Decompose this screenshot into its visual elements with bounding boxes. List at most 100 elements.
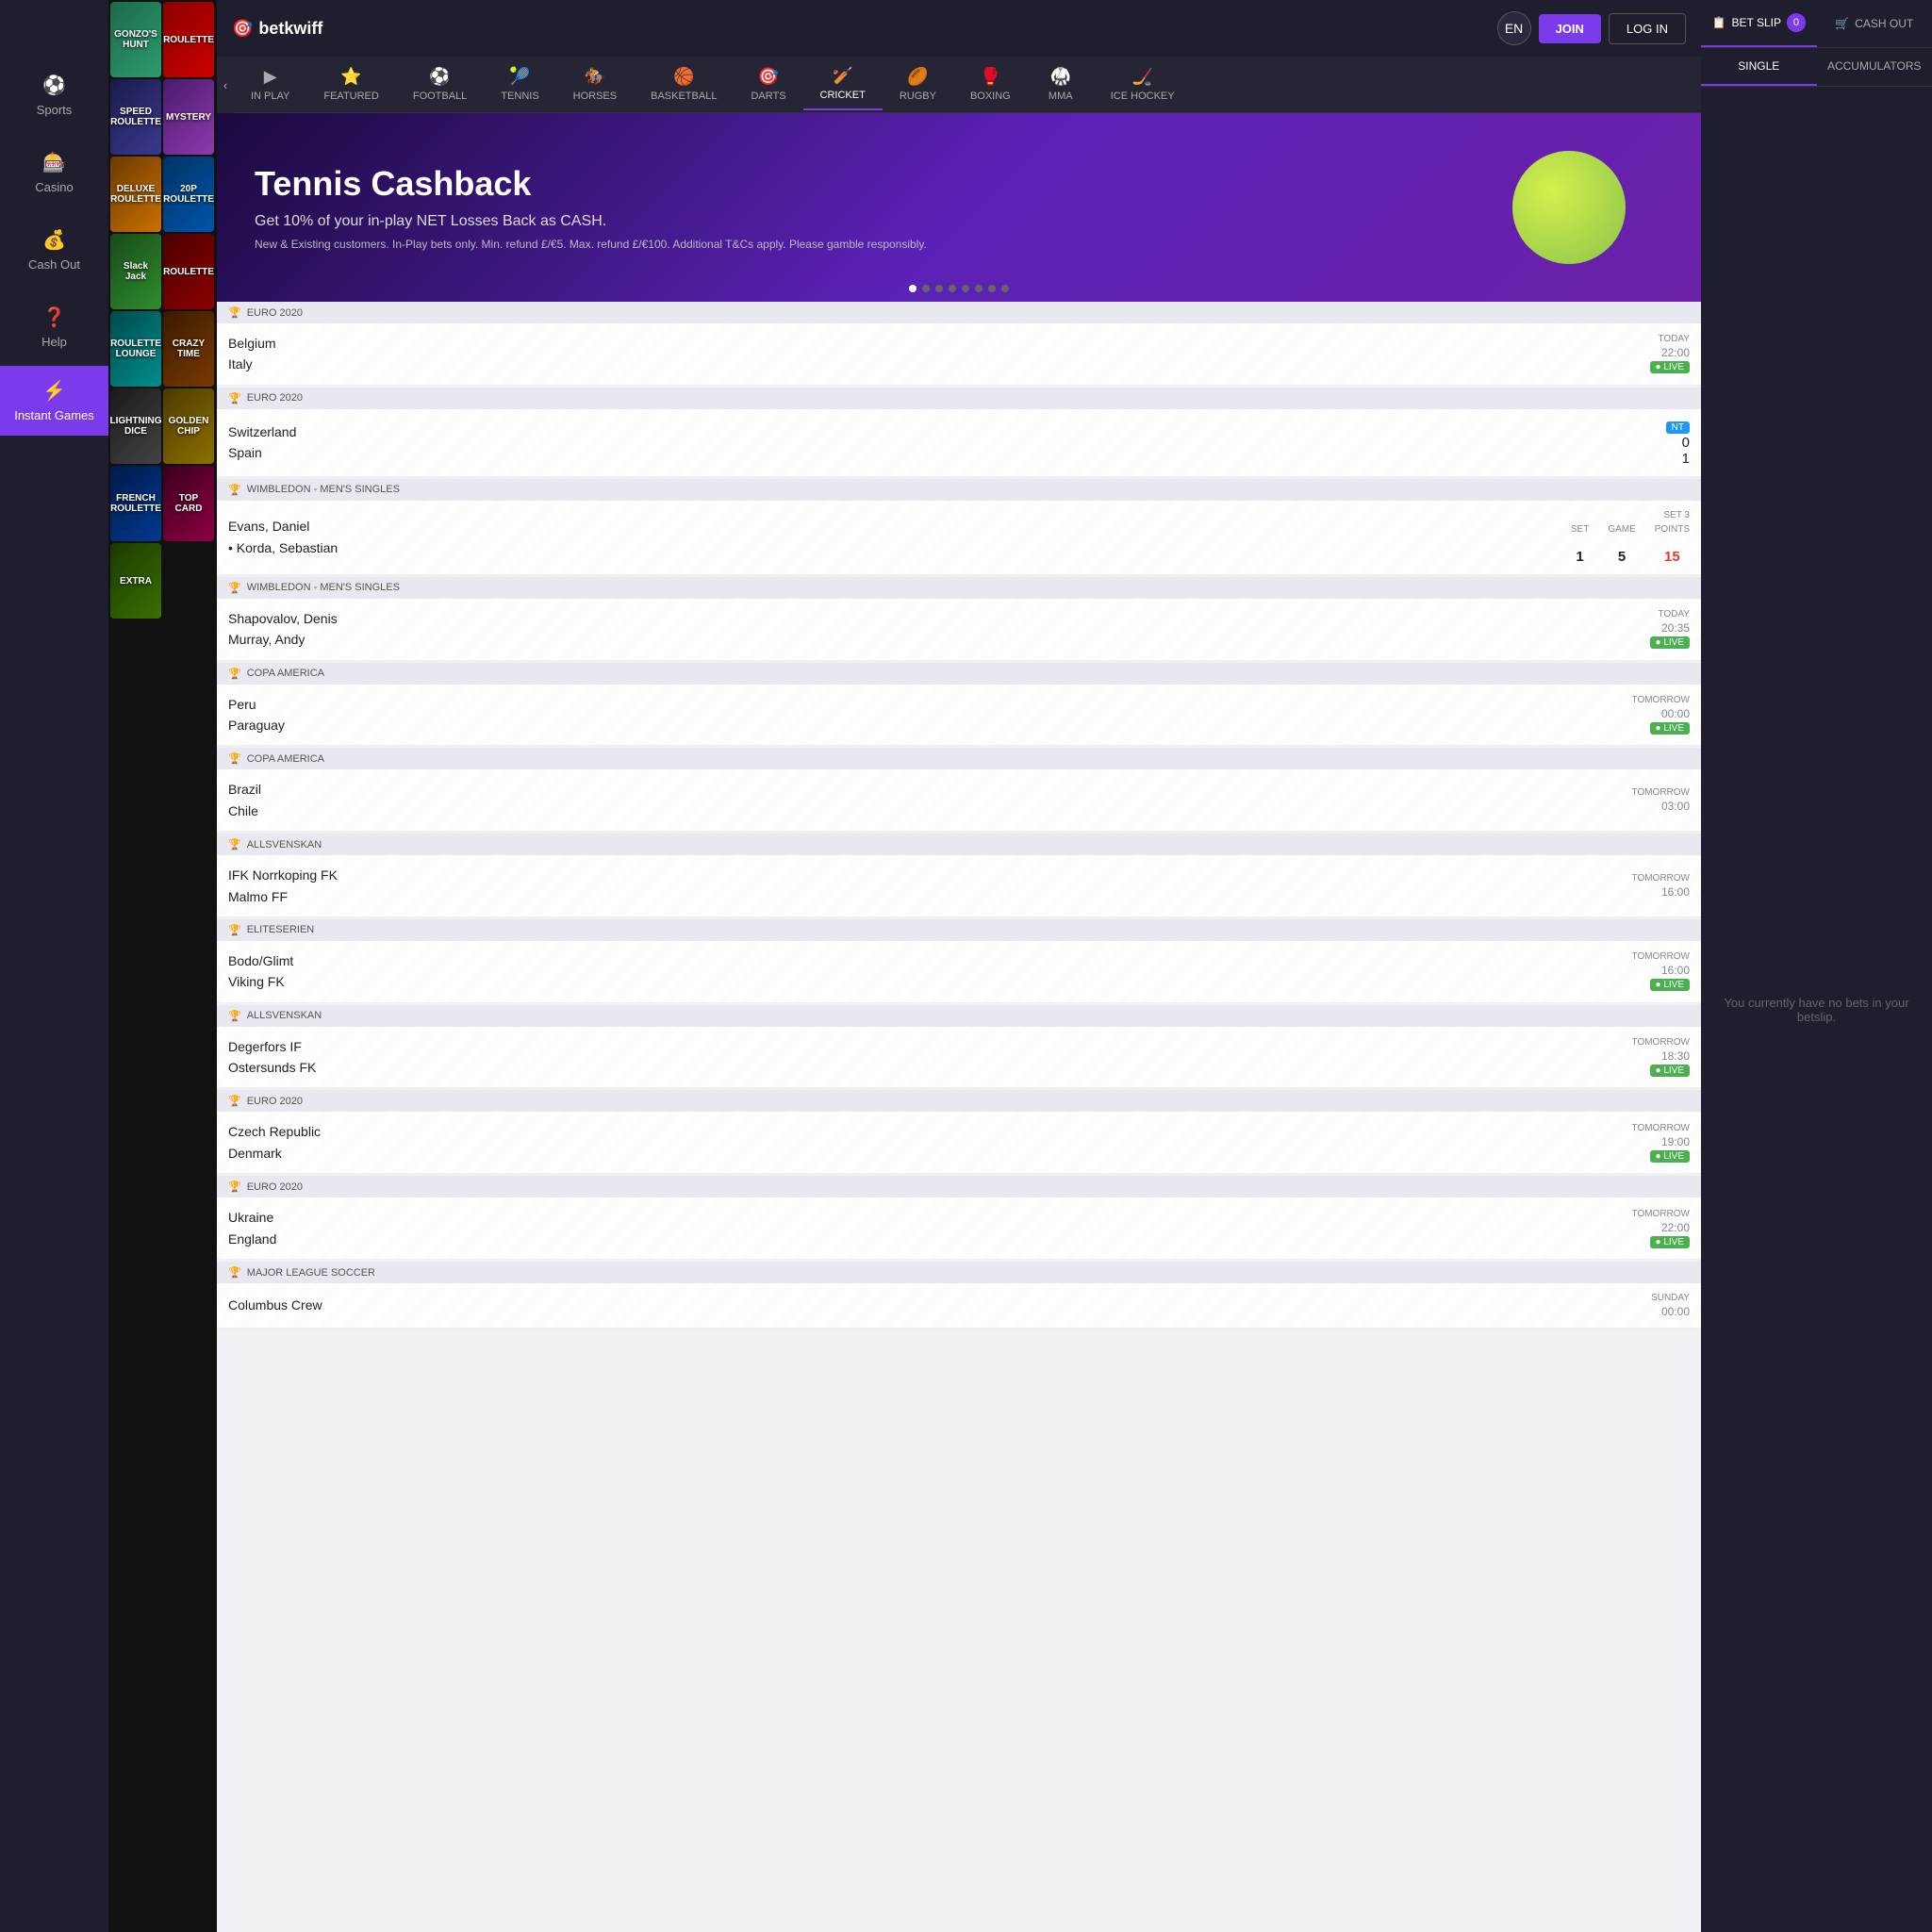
banner-dot-7[interactable]	[1001, 285, 1009, 292]
bet-slip-subtabs: SINGLE ACCUMULATORS	[1701, 48, 1932, 87]
banner-dot-5[interactable]	[975, 285, 983, 292]
sport-tab-in-play[interactable]: ▶IN PLAY	[234, 59, 306, 109]
tab-bet-slip[interactable]: 📋 BET SLIP 0	[1701, 0, 1817, 47]
game-thumb-roulette2[interactable]: ROULETTE	[163, 234, 214, 309]
match-group: 🏆COPA AMERICABrazilChileTOMORROW03:00	[217, 748, 1701, 832]
team1-name: IFK Norrkoping FK	[228, 865, 1632, 885]
promo-banner[interactable]: Tennis Cashback Get 10% of your in-play …	[217, 113, 1701, 302]
match-row[interactable]: PeruParaguayTOMORROW00:00● LIVE	[217, 685, 1701, 747]
match-competition-header: 🏆WIMBLEDON - MEN'S SINGLES	[217, 479, 1701, 501]
logo: 🎯 betkwiff	[232, 19, 322, 39]
tab-cash-out[interactable]: 🛒 CASH OUT	[1817, 0, 1932, 47]
team2-name: Viking FK	[228, 971, 1632, 992]
match-teams: Bodo/GlimtViking FK	[228, 950, 1632, 993]
cashout-panel-icon: 🛒	[1835, 17, 1849, 30]
cashout-panel-label: CASH OUT	[1855, 17, 1913, 30]
match-row[interactable]: SwitzerlandSpainNT01	[217, 409, 1701, 477]
sport-tab-mma[interactable]: 🥋MMA	[1028, 59, 1094, 109]
game-label-golden-chip: GOLDEN CHIP	[163, 414, 214, 438]
match-teams: Degerfors IFOstersunds FK	[228, 1036, 1632, 1079]
sidebar-label-instant: Instant Games	[14, 408, 94, 422]
join-button[interactable]: JOIN	[1539, 14, 1601, 43]
game-thumb-crazy-time[interactable]: CRAZY TIME	[163, 311, 214, 387]
sport-tab-ice-hockey[interactable]: 🏒ICE HOCKEY	[1094, 59, 1192, 109]
game-thumb-mystery[interactable]: MYSTERY	[163, 79, 214, 155]
team2-name: Ostersunds FK	[228, 1057, 1632, 1078]
match-row[interactable]: Shapovalov, DenisMurray, AndyTODAY20:35●…	[217, 599, 1701, 661]
sport-tab-boxing[interactable]: 🥊BOXING	[953, 59, 1028, 109]
game-thumb-golden-chip[interactable]: GOLDEN CHIP	[163, 388, 214, 464]
match-time: 16:00	[1661, 964, 1690, 977]
tab-single[interactable]: SINGLE	[1701, 48, 1817, 86]
match-row[interactable]: Evans, Daniel• Korda, SebastianSET 3SET …	[217, 501, 1701, 575]
brand-name: betkwiff	[258, 19, 322, 39]
sport-tab-basketball[interactable]: 🏀BASKETBALL	[634, 59, 734, 109]
games-panel: GONZO'S HUNTROULETTESPEED ROULETTEMYSTER…	[108, 0, 217, 1932]
banner-dot-1[interactable]	[922, 285, 930, 292]
match-row[interactable]: Czech RepublicDenmarkTOMORROW19:00● LIVE	[217, 1112, 1701, 1174]
sport-tab-rugby[interactable]: 🏉RUGBY	[883, 59, 953, 109]
cashout-icon: 💰	[42, 228, 66, 252]
sidebar-item-instant-games[interactable]: ⚡ Instant Games	[0, 366, 108, 436]
team1-name: Degerfors IF	[228, 1036, 1632, 1057]
match-row[interactable]: BelgiumItalyTODAY22:00● LIVE	[217, 323, 1701, 386]
sport-tab-cricket[interactable]: 🏏CRICKET	[803, 58, 883, 110]
sidebar-item-sports[interactable]: ⚽ Sports	[0, 57, 108, 134]
nav-arrow-left[interactable]: ‹	[217, 57, 234, 113]
match-meta: NT01	[1666, 419, 1690, 467]
game-thumb-roulette-lounge[interactable]: ROULETTE LOUNGE	[110, 311, 161, 387]
match-time: 18:30	[1661, 1049, 1690, 1063]
match-row[interactable]: Bodo/GlimtViking FKTOMORROW16:00● LIVE	[217, 941, 1701, 1003]
language-label: EN	[1505, 21, 1523, 36]
sport-tab-tennis[interactable]: 🎾TENNIS	[484, 59, 555, 109]
match-group: 🏆EURO 2020SwitzerlandSpainNT01	[217, 388, 1701, 477]
match-row[interactable]: Degerfors IFOstersunds FKTOMORROW18:30● …	[217, 1027, 1701, 1089]
banner-subtitle: Get 10% of your in-play NET Losses Back …	[255, 213, 927, 230]
game-thumb-top-card[interactable]: TOP CARD	[163, 466, 214, 541]
banner-dot-2[interactable]	[935, 285, 943, 292]
match-meta: TOMORROW19:00● LIVE	[1632, 1123, 1690, 1163]
in-play-icon: ▶	[264, 67, 277, 87]
match-group: 🏆ALLSVENSKANDegerfors IFOstersunds FKTOM…	[217, 1005, 1701, 1089]
match-time: 16:00	[1661, 885, 1690, 899]
team2-name: • Korda, Sebastian	[228, 537, 1571, 558]
sport-tab-featured[interactable]: ⭐FEATURED	[306, 59, 395, 109]
sidebar-item-casino[interactable]: 🎰 Casino	[0, 134, 108, 211]
match-group: 🏆ELITESERIENBodo/GlimtViking FKTOMORROW1…	[217, 919, 1701, 1003]
game-thumb-roulette[interactable]: ROULETTE	[163, 2, 214, 77]
sidebar-item-help[interactable]: ❓ Help	[0, 289, 108, 366]
team1-name: Belgium	[228, 333, 1650, 354]
sport-tab-horses[interactable]: 🏇HORSES	[556, 59, 634, 109]
status-badge: ● LIVE	[1650, 1065, 1691, 1077]
match-row[interactable]: Columbus CrewSUNDAY00:00	[217, 1283, 1701, 1329]
game-thumb-extra[interactable]: EXTRA	[110, 543, 161, 619]
tab-accumulators[interactable]: ACCUMULATORS	[1817, 48, 1932, 86]
game-label-black-jack: Slack Jack	[110, 259, 161, 284]
game-thumb-black-jack[interactable]: Slack Jack	[110, 234, 161, 309]
game-thumb-gonzos[interactable]: GONZO'S HUNT	[110, 2, 161, 77]
game-thumb-deluxe-roulette[interactable]: DELUXE ROULETTE	[110, 157, 161, 232]
match-group: 🏆WIMBLEDON - MEN'S SINGLESEvans, Daniel•…	[217, 479, 1701, 575]
banner-dot-4[interactable]	[962, 285, 969, 292]
game-thumb-20p-roulette[interactable]: 20P ROULETTE	[163, 157, 214, 232]
match-meta: TOMORROW18:30● LIVE	[1632, 1037, 1690, 1077]
sport-tab-football[interactable]: ⚽FOOTBALL	[396, 59, 484, 109]
team2-name: Chile	[228, 801, 1632, 821]
game-label-lightning-dice: LIGHTNING DICE	[108, 414, 164, 438]
login-button[interactable]: LOG IN	[1609, 13, 1686, 44]
sidebar-item-cashout[interactable]: 💰 Cash Out	[0, 211, 108, 289]
match-row[interactable]: IFK Norrkoping FKMalmo FFTOMORROW16:00	[217, 855, 1701, 917]
game-thumb-french-roulette[interactable]: FRENCH ROULETTE	[110, 466, 161, 541]
match-time: 00:00	[1661, 707, 1690, 720]
game-label-french-roulette: FRENCH ROULETTE	[108, 491, 163, 516]
banner-dot-6[interactable]	[988, 285, 996, 292]
match-row[interactable]: BrazilChileTOMORROW03:00	[217, 769, 1701, 832]
game-thumb-lightning-dice[interactable]: LIGHTNING DICE	[110, 388, 161, 464]
game-thumb-speed-roulette[interactable]: SPEED ROULETTE	[110, 79, 161, 155]
language-selector[interactable]: EN	[1497, 11, 1531, 45]
sport-tab-darts[interactable]: 🎯DARTS	[734, 59, 802, 109]
match-row[interactable]: UkraineEnglandTOMORROW22:00● LIVE	[217, 1197, 1701, 1260]
banner-dot-3[interactable]	[949, 285, 956, 292]
match-competition-header: 🏆COPA AMERICA	[217, 663, 1701, 685]
banner-dot-0[interactable]	[909, 285, 916, 292]
